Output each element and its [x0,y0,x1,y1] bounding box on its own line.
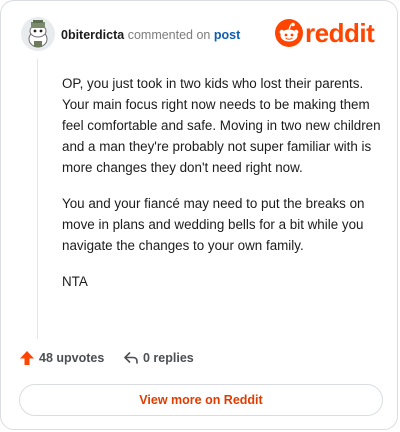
reddit-logo[interactable]: reddit [275,18,381,49]
comment-embed-card: 0biterdicta commented on post reddit OP,… [0,0,398,430]
comment-paragraph: OP, you just took in two kids who lost t… [62,76,381,175]
commented-on-text: commented on [127,28,211,42]
user-avatar[interactable] [21,17,55,51]
post-link[interactable]: post [214,28,240,42]
reply-arrow-icon [124,352,138,364]
view-more-button[interactable]: View more on Reddit [19,384,383,416]
comment-body: OP, you just took in two kids who lost t… [62,73,384,307]
reddit-snoo-icon [275,19,303,47]
comment-header: 0biterdicta commented on post reddit [21,17,381,51]
reddit-wordmark: reddit [305,18,375,48]
comment-meta: 0biterdicta commented on post [61,27,240,43]
comment-paragraph: NTA [62,274,88,289]
thread-line [37,59,38,339]
replies-count: 0 replies [143,351,194,365]
snoo-avatar-icon [21,17,55,51]
comment-paragraph: You and your fiancé may need to put the … [62,196,365,253]
username-link[interactable]: 0biterdicta [61,28,124,42]
upvotes-count: 48 upvotes [39,351,105,365]
upvote-arrow-icon [20,351,34,365]
